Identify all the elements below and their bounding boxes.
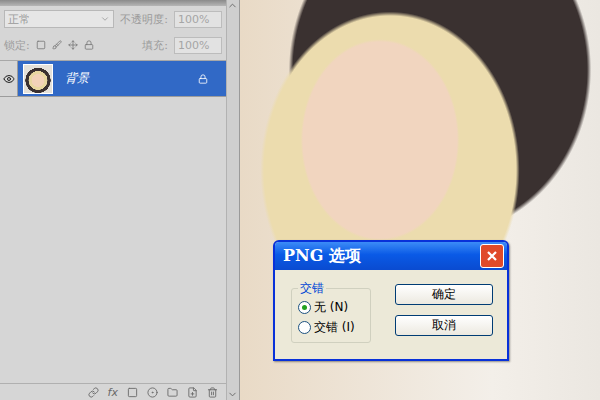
lock-icons	[36, 40, 94, 50]
layer-name: 背景	[65, 70, 198, 87]
link-icon[interactable]	[88, 387, 99, 398]
scrollbar[interactable]	[226, 0, 239, 400]
layers-panel-main: 正常不透明度: 100% 锁定: 填充: 100% 背景 fx	[0, 0, 226, 400]
lock-transparent-icon[interactable]	[36, 40, 46, 50]
mask-icon[interactable]	[127, 387, 138, 398]
adjustment-icon[interactable]	[147, 387, 158, 398]
photo-canvas: PNG 选项交错无 (N) 交错 (I) 确定取消	[240, 0, 600, 400]
radio-dot	[302, 305, 307, 310]
dropdown-arrow-icon	[100, 14, 110, 24]
dialog-button[interactable]: 确定	[395, 284, 493, 305]
lock-icon	[198, 74, 208, 84]
close-button[interactable]	[480, 244, 504, 268]
dialog-title-bar[interactable]: PNG 选项	[275, 242, 507, 270]
new-layer-icon[interactable]	[187, 387, 198, 398]
close-icon	[486, 250, 498, 262]
blend-row: 正常不透明度: 100%	[0, 6, 226, 32]
lock-position-icon[interactable]	[68, 40, 78, 50]
visibility-toggle[interactable]	[0, 61, 18, 96]
layer-row[interactable]: 背景	[0, 61, 226, 97]
lock-all-icon[interactable]	[84, 40, 94, 50]
panel-tab-strip	[0, 0, 226, 6]
layer-thumbnail	[23, 64, 53, 94]
layers-bottom-bar: fx	[0, 383, 226, 400]
png-options-dialog: PNG 选项交错无 (N) 交错 (I) 确定取消	[273, 240, 509, 361]
layers-empty-area	[0, 97, 226, 383]
layer-style-button[interactable]: fx	[108, 386, 118, 399]
fill-field[interactable]: 100%	[174, 37, 222, 54]
lock-pixels-icon[interactable]	[52, 40, 62, 50]
fill-label: 填充:	[142, 38, 168, 53]
photoshop-screen: 正常不透明度:100%锁定:填充:100%背景fxPNG 选项交错无 (N)交错…	[0, 0, 600, 400]
opacity-label: 不透明度:	[120, 12, 168, 27]
folder-icon[interactable]	[167, 387, 178, 398]
dialog-button[interactable]: 取消	[395, 315, 493, 336]
scroll-up-icon[interactable]	[227, 0, 238, 11]
radio-button[interactable]	[298, 301, 311, 314]
radio-option[interactable]: 无 (N)	[298, 299, 362, 316]
interlace-group: 交错无 (N) 交错 (I)	[291, 280, 371, 343]
group-legend: 交错	[298, 280, 326, 297]
radio-button[interactable]	[298, 321, 311, 334]
dialog-buttons: 确定取消	[395, 280, 493, 343]
lock-label: 锁定:	[4, 38, 30, 53]
dialog-title: PNG 选项	[283, 246, 361, 267]
dialog-body: 交错无 (N) 交错 (I) 确定取消	[275, 270, 507, 359]
opacity-field[interactable]: 100%	[174, 11, 222, 28]
radio-option[interactable]: 交错 (I)	[298, 319, 362, 336]
blend-mode-dropdown[interactable]: 正常	[4, 10, 114, 28]
layers-panel: 正常不透明度: 100% 锁定: 填充: 100% 背景 fx	[0, 0, 240, 400]
lock-row: 锁定: 填充: 100%	[0, 32, 226, 58]
layer-lock	[198, 74, 208, 84]
eye-icon	[3, 73, 15, 85]
scroll-down-icon[interactable]	[227, 389, 238, 400]
trash-icon[interactable]	[207, 387, 218, 398]
